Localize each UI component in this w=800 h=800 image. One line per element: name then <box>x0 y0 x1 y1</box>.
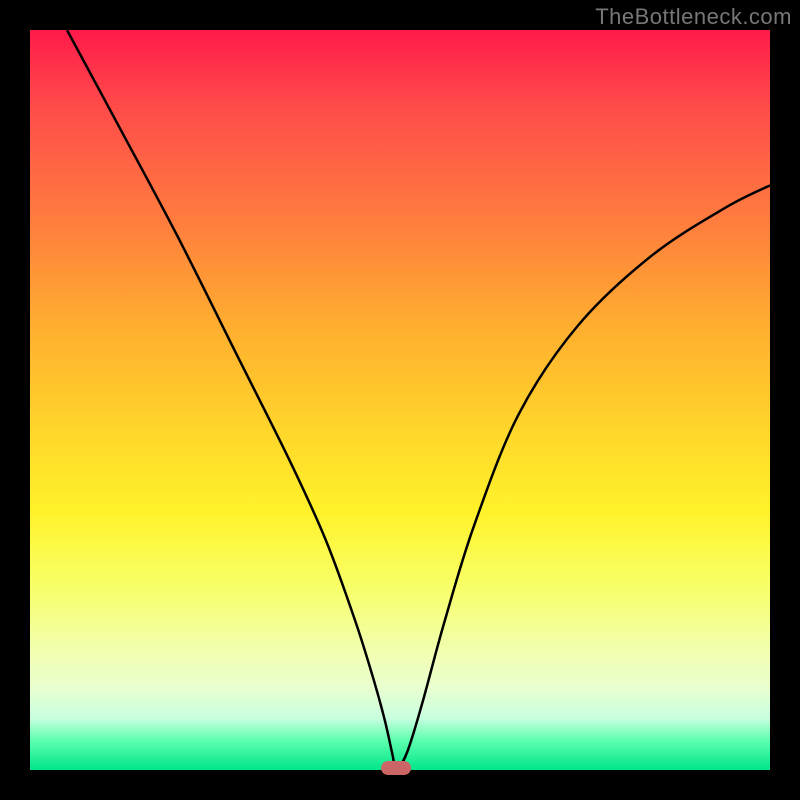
optimum-marker <box>381 761 411 775</box>
chart-frame: TheBottleneck.com <box>0 0 800 800</box>
attribution-text: TheBottleneck.com <box>595 4 792 30</box>
chart-plot-area <box>30 30 770 770</box>
curve-path <box>67 30 770 770</box>
bottleneck-curve <box>30 30 770 770</box>
